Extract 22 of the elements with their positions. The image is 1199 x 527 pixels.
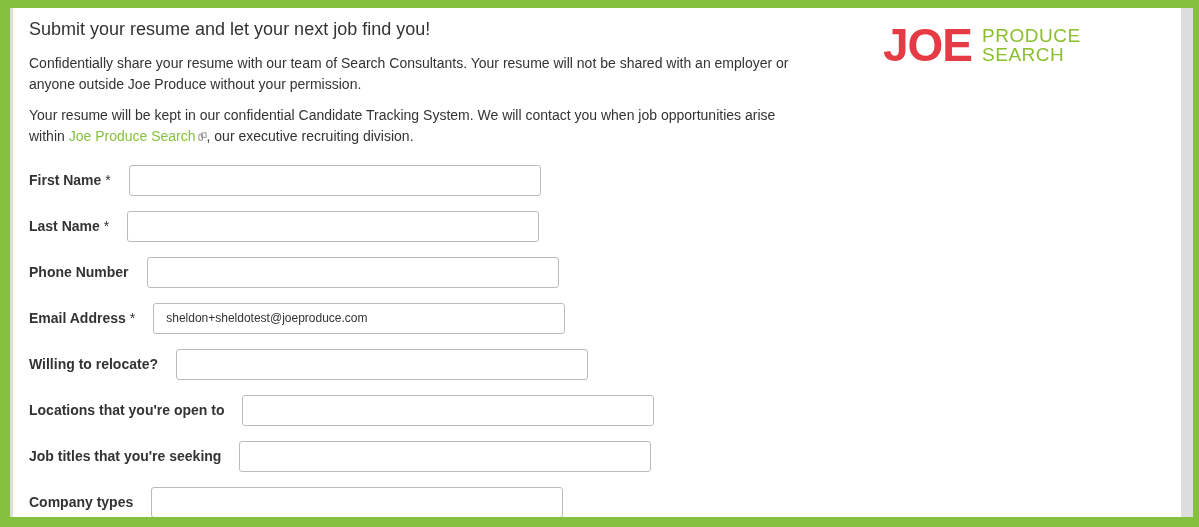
paragraph: Your resume will be kept in our confidential Candidate Tracking System. We will contact you when job opportunities arise within Joe Produce Search , our executive recruiting division. [29,106,777,146]
input-field[interactable]: sheldon+sheldotest@joeproduce.com [153,302,566,334]
input-field[interactable] [146,256,559,288]
input-field[interactable] [242,394,655,426]
input-field[interactable] [151,486,564,517]
field-label: Willing to relocate? [29,354,158,374]
paragraph: Confidentially share your resume with our team of Search Consultants. Your resume will not be shared with an employer or anyone outside Joe Produce without your permission. [29,54,789,94]
input-field[interactable] [127,210,540,242]
logo-subtext: PRODUCE SEARCH [982,26,1081,64]
field-label: First Name * [29,170,111,190]
page-heading: Submit your resume and let your next job find you! [29,18,432,41]
field-label: Company types [29,492,134,512]
field-label: Last Name * [29,216,110,236]
input-field[interactable] [176,348,588,380]
input-field[interactable] [239,440,652,472]
input-field[interactable] [128,164,541,196]
external-link-icon [197,132,207,141]
logo-text: JOE [883,22,973,68]
field-label: Email Address * [29,308,136,328]
field-label: Locations that you're open to [29,400,225,420]
field-label: Phone Number [29,262,129,282]
field-label: Job titles that you're seeking [29,446,222,466]
